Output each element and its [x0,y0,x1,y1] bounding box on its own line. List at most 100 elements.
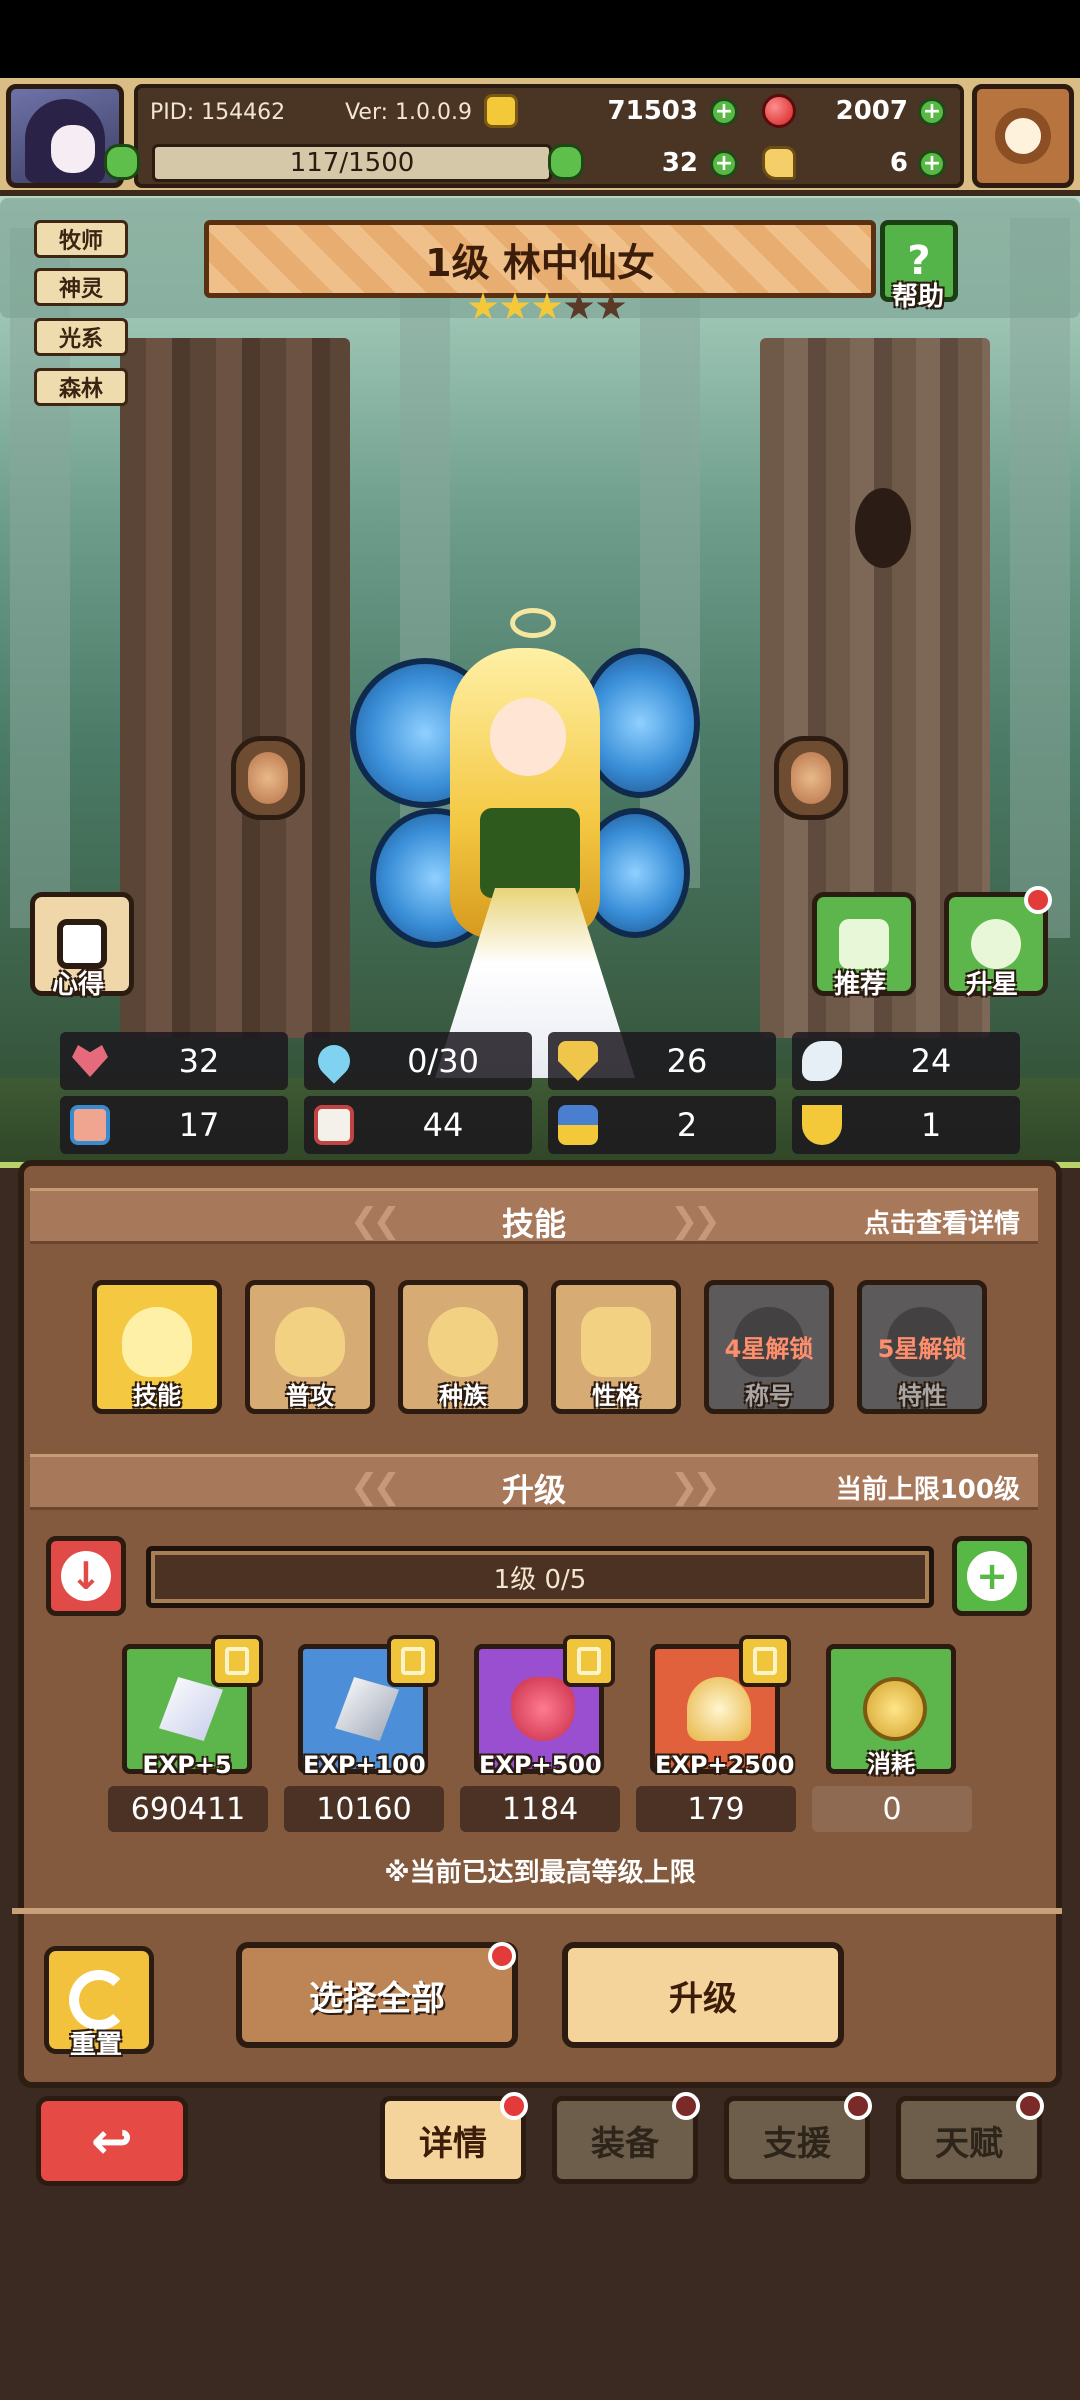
star-up-label: 升星 [966,970,1019,1000]
skill-tile-race[interactable]: 种族 [398,1280,528,1414]
resource-panel: PID: 154462 Ver: 1.0.0.9 71503 + 2007 + … [104,84,964,188]
ruby-icon [762,94,796,128]
notebook-icon [57,919,107,969]
recommend-label: 推荐 [834,970,887,1000]
star-filled-icon [500,292,530,320]
skills-hint: 点击查看详情 [863,1209,1020,1239]
coin-badge-icon [563,1635,615,1687]
coin-badge-icon [211,1635,263,1687]
plus-icon: + [967,1551,1017,1601]
select-all-button[interactable]: 选择全部 [236,1942,518,2048]
star-icon [971,919,1021,969]
stamina-bar: 117/1500 [152,144,552,182]
star-filled-icon [468,292,498,320]
gold-cost-slot: 消耗 [826,1644,956,1778]
star-filled-icon [532,292,562,320]
prev-hero-button[interactable] [231,736,305,820]
skill-tile-personality[interactable]: 性格 [551,1280,681,1414]
exp-item-5[interactable]: EXP+5 [122,1635,263,1779]
add-coins-button[interactable]: + [710,98,738,126]
return-arrow-icon: ↩ [91,2112,133,2170]
skill-tile-title-locked[interactable]: 4星解锁 称号 [704,1280,834,1414]
exp-item-5-count: 690411 [108,1786,268,1832]
upgrade-button[interactable]: 升级 [562,1942,844,2048]
coin-icon [484,94,518,128]
right-arrow-icon [791,752,831,804]
download-arrow-icon: ↓ [61,1551,111,1601]
star-empty-icon [596,292,626,320]
hero-title-plate: 1级 林中仙女 [204,220,876,298]
boot-icon [558,1105,598,1145]
tag-class: 牧师 [34,220,128,258]
tag-faction: 森林 [34,368,128,406]
ruby-count: 2007 [835,96,908,126]
exp-item-100[interactable]: EXP+100 [298,1635,439,1779]
exp-item-2500[interactable]: EXP+2500 [650,1635,794,1779]
panel-divider [12,1908,1062,1914]
help-label: 帮助 [892,282,945,312]
heart-emblem-icon [275,1307,345,1377]
tab-talent-notification-dot [1016,2092,1044,2120]
stat-speed: 24 [792,1032,1020,1090]
shield-icon [558,1041,598,1081]
increase-level-button[interactable]: + [952,1536,1032,1616]
top-hud: PID: 154462 Ver: 1.0.0.9 71503 + 2007 + … [0,78,1080,196]
tag-element: 光系 [34,318,128,356]
skill-tile-skill[interactable]: 技能 [92,1280,222,1414]
large-crystal-icon [335,1677,399,1741]
skill-tile-trait-locked[interactable]: 5星解锁 特性 [857,1280,987,1414]
exp-item-100-count: 10160 [284,1786,444,1832]
hero-star-rating [468,292,626,322]
chevron-right-icon: ❯❯ [670,1201,721,1241]
back-button[interactable]: ↩ [36,2096,188,2186]
exp-item-2500-count: 179 [636,1786,796,1832]
fist-icon [70,1105,110,1145]
stat-defense: 26 [548,1032,776,1090]
max-level-note: ※当前已达到最高等级上限 [384,1858,696,1888]
add-clovers-button[interactable]: + [710,150,738,178]
horseshoe-icon [802,1105,842,1145]
exp-item-500[interactable]: EXP+500 [474,1635,615,1779]
stat-mana: 0/30 [304,1032,532,1090]
skills-section-header[interactable]: ❮❮ 技能 ❯❯ 点击查看详情 [30,1188,1038,1244]
chevron-right-icon: ❯❯ [670,1467,721,1507]
add-rubies-button[interactable]: + [918,98,946,126]
tab-support-notification-dot [844,2092,872,2120]
version-label: Ver: 1.0.0.9 [345,99,473,125]
clover-count: 32 [661,148,698,178]
tab-equipment-notification-dot [672,2092,700,2120]
star-empty-icon [564,292,594,320]
heart-icon [72,1045,108,1077]
refresh-icon [69,1970,129,2030]
small-crystal-icon [159,1677,223,1741]
heart-emblem-icon [122,1307,192,1377]
tab-details-notification-dot [500,2092,528,2120]
hero-name: 1级 林中仙女 [425,240,655,285]
race-emblem-icon [428,1307,498,1377]
wing-icon [802,1041,842,1081]
hero-stats: 32 0/30 26 24 17 44 2 1 [0,1020,1080,1172]
stat-intelligence: 44 [304,1096,532,1154]
level-cap-hint: 当前上限100级 [835,1475,1020,1505]
golden-chalice-icon [687,1677,751,1741]
insight-label: 心得 [52,970,105,1000]
star-up-notification-dot [1024,886,1052,914]
next-hero-button[interactable] [774,736,848,820]
settings-button[interactable] [972,84,1074,188]
thumbs-up-icon [839,919,889,969]
add-hands-button[interactable]: + [918,150,946,178]
gold-coin-icon [863,1677,927,1741]
left-tree-trunk [120,338,350,1038]
gear-icon [995,108,1051,164]
hand-count: 6 [889,148,908,178]
reset-label: 重置 [70,2030,123,2060]
system-status-bar [0,0,1080,78]
decrease-level-button[interactable]: ↓ [46,1536,126,1616]
background-tree [1010,218,1070,938]
left-arrow-icon [248,752,288,804]
stat-hp: 32 [60,1032,288,1090]
book-icon [314,1105,354,1145]
skill-tile-attack[interactable]: 普攻 [245,1280,375,1414]
water-drop-icon [311,1038,357,1084]
clover-icon [548,144,584,180]
